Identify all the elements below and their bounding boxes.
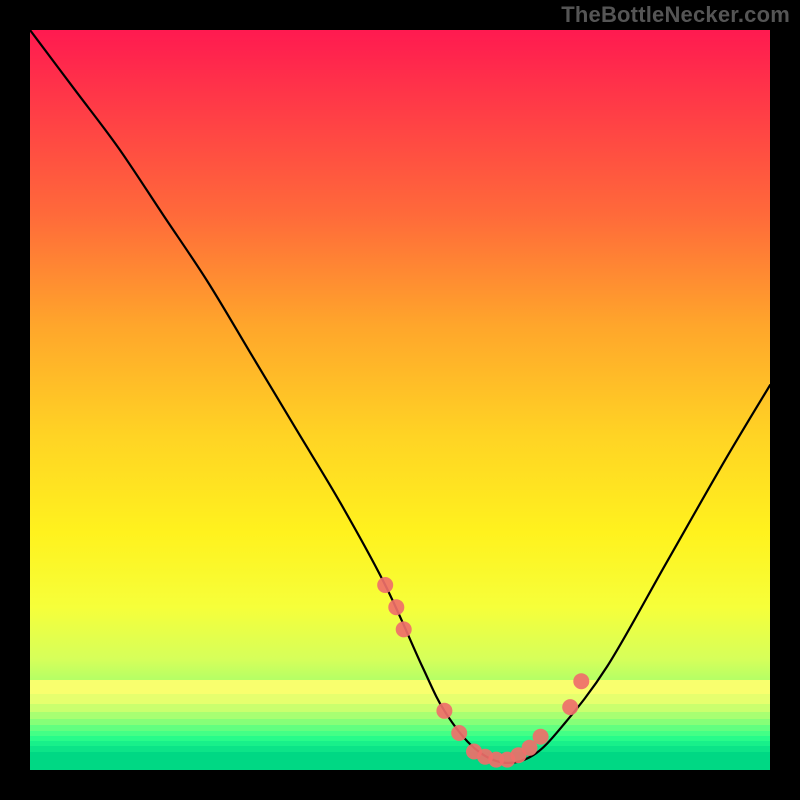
sample-dot (562, 699, 578, 715)
sample-dot (388, 599, 404, 615)
sample-dots (377, 577, 589, 768)
bottleneck-curve (30, 30, 770, 763)
sample-dot (396, 621, 412, 637)
sample-dot (573, 673, 589, 689)
curve-layer (30, 30, 770, 770)
sample-dot (451, 725, 467, 741)
sample-dot (377, 577, 393, 593)
chart-frame: TheBottleNecker.com (0, 0, 800, 800)
attribution-label: TheBottleNecker.com (561, 2, 790, 28)
sample-dot (436, 703, 452, 719)
plot-area (30, 30, 770, 770)
sample-dot (533, 729, 549, 745)
